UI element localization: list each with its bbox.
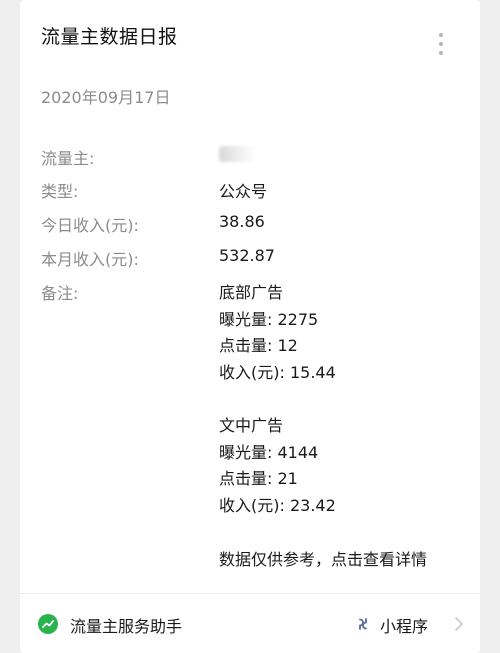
in-article-ad-clicks: 点击量: 21 (219, 469, 298, 489)
chart-icon (38, 614, 58, 634)
month-income-label: 本月收入(元): (41, 250, 139, 269)
footer-bar[interactable]: 流量主服务助手 小程序 (20, 594, 480, 653)
month-income-value: 532.87 (219, 246, 275, 265)
report-date: 2020年09月17日 (41, 88, 171, 107)
type-label: 类型: (41, 182, 79, 201)
today-income-value: 38.86 (219, 212, 265, 231)
disclaimer-link[interactable]: 数据仅供参考，点击查看详情 (219, 547, 427, 574)
service-assistant-name[interactable]: 流量主服务助手 (70, 613, 182, 637)
in-article-ad-title: 文中广告 (219, 415, 284, 435)
publisher-name-redacted (219, 146, 257, 162)
more-options-icon[interactable] (438, 33, 444, 59)
card-title: 流量主数据日报 (41, 26, 178, 48)
in-article-ad-impressions: 曝光量: 4144 (219, 442, 319, 462)
publisher-label: 流量主: (41, 149, 95, 168)
daily-report-card[interactable]: 流量主数据日报 2020年09月17日 流量主: 类型: 公众号 今日收入(元)… (20, 0, 480, 653)
bottom-ad-impressions: 曝光量: 2275 (219, 309, 319, 329)
in-article-ad-income: 收入(元): 23.42 (219, 495, 336, 515)
type-value: 公众号 (219, 182, 268, 201)
mini-program-icon (353, 614, 373, 634)
bottom-ad-title: 底部广告 (219, 283, 284, 302)
mini-program-label[interactable]: 小程序 (380, 613, 428, 637)
notes-gap-2 (219, 520, 427, 547)
bottom-ad-clicks: 点击量: 12 (219, 336, 298, 356)
notes-gap (219, 387, 427, 413)
bottom-ad-income: 收入(元): 15.44 (219, 363, 336, 383)
today-income-label: 今日收入(元): (41, 216, 139, 235)
notes-block: 底部广告 曝光量: 2275 点击量: 12 收入(元): 15.44 文中广告… (219, 280, 427, 573)
chevron-right-icon[interactable] (454, 616, 464, 632)
notes-label: 备注: (41, 284, 79, 303)
